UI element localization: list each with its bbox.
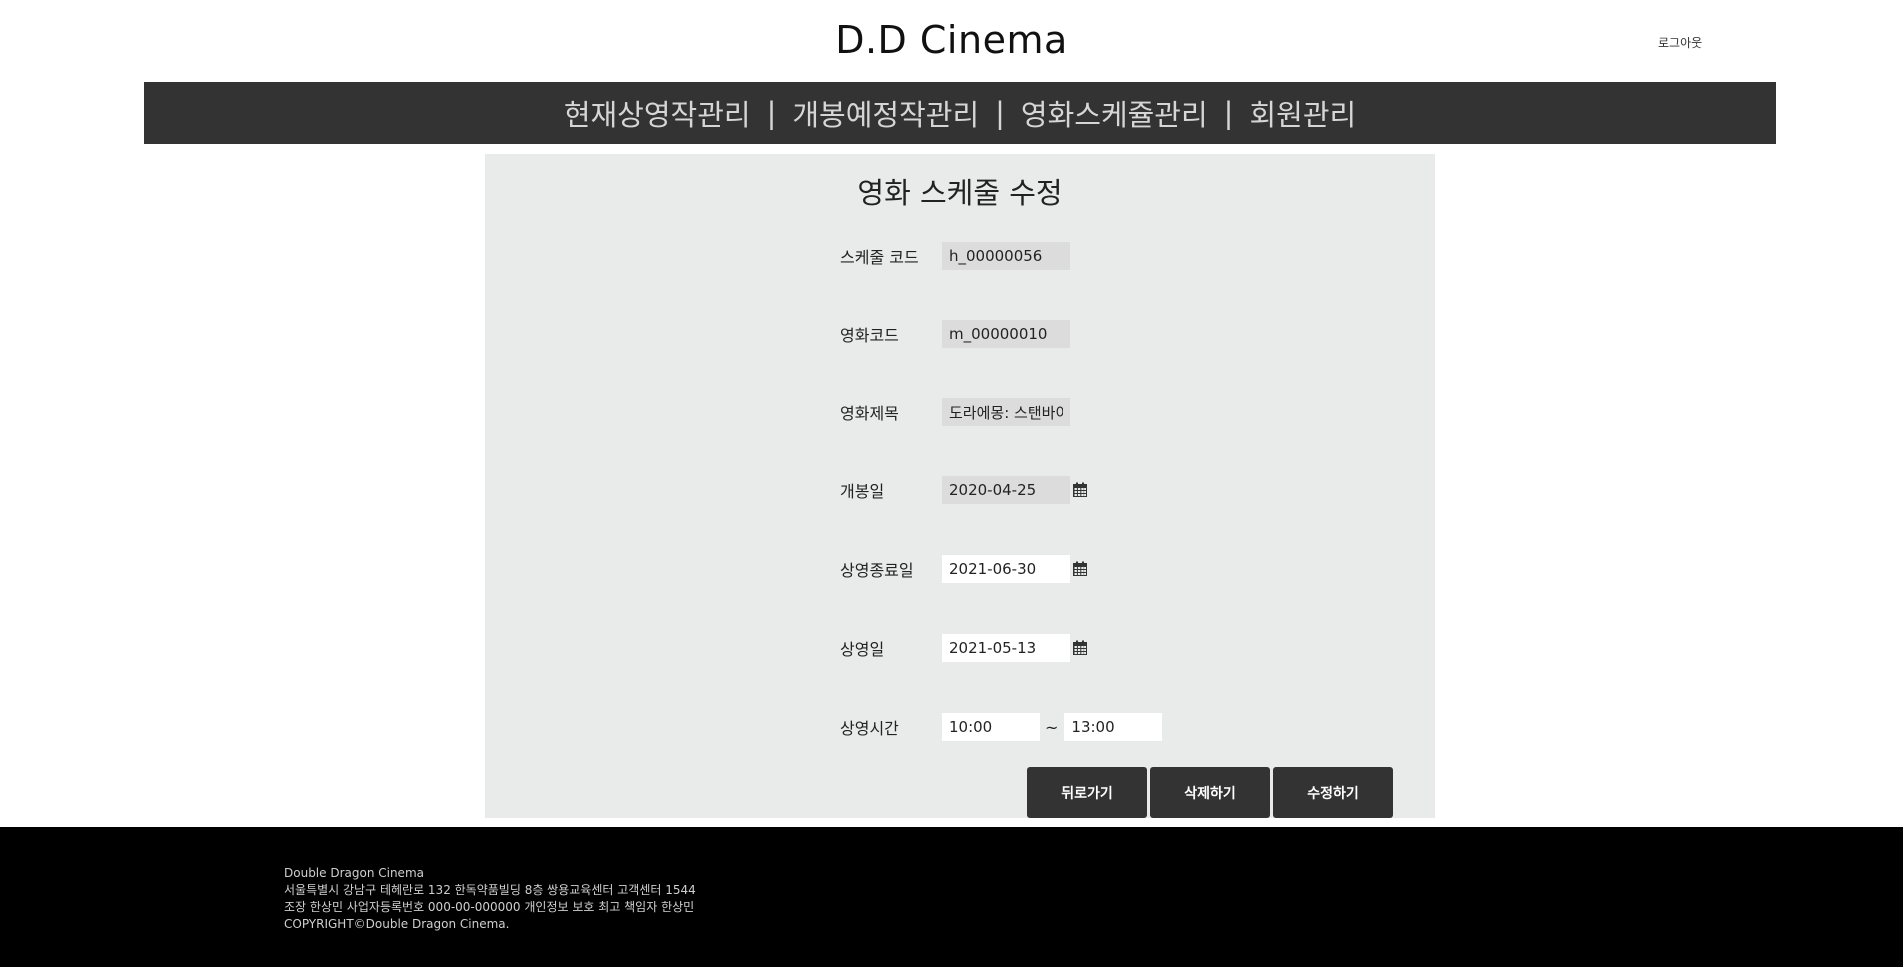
form-actions: 뒤로가기 삭제하기 수정하기 <box>1027 767 1393 818</box>
movie-code-row: 영화코드 <box>840 319 1070 349</box>
site-title[interactable]: D.D Cinema <box>0 18 1903 62</box>
calendar-icon[interactable] <box>1072 640 1088 656</box>
end-time-field[interactable] <box>1064 713 1163 741</box>
nav-item-schedule[interactable]: 영화스케쥴관리 <box>1021 92 1208 134</box>
main-nav: 현재상영작관리 | 개봉예정작관리 | 영화스케쥴관리 | 회원관리 <box>144 82 1776 144</box>
movie-code-field[interactable] <box>942 320 1070 348</box>
movie-title-label: 영화제목 <box>840 404 899 423</box>
start-time-field[interactable] <box>942 713 1040 741</box>
update-button[interactable]: 수정하기 <box>1273 767 1393 818</box>
back-button[interactable]: 뒤로가기 <box>1027 767 1147 818</box>
schedule-code-label: 스케줄 코드 <box>840 248 919 267</box>
movie-title-field[interactable] <box>942 398 1070 426</box>
nav-item-upcoming[interactable]: 개봉예정작관리 <box>792 92 979 134</box>
release-date-row: 개봉일 <box>840 475 1088 505</box>
footer-business-info: 조장 한상민 사업자등록번호 000-00-000000 개인정보 보호 최고 … <box>284 900 695 914</box>
logout-link[interactable]: 로그아웃 <box>1658 34 1702 51</box>
schedule-edit-panel: 영화 스케줄 수정 스케줄 코드 영화코드 영화제목 개봉일 상영종료일 <box>485 154 1435 818</box>
movie-title-row: 영화제목 <box>840 397 1070 427</box>
nav-item-members[interactable]: 회원관리 <box>1249 92 1356 134</box>
schedule-code-field[interactable] <box>942 242 1070 270</box>
calendar-icon[interactable] <box>1072 561 1088 577</box>
end-date-field[interactable] <box>942 555 1070 583</box>
delete-button[interactable]: 삭제하기 <box>1150 767 1270 818</box>
footer-info: Double Dragon Cinema 서울특별시 강남구 테헤란로 132 … <box>284 865 696 933</box>
footer: Double Dragon Cinema 서울특별시 강남구 테헤란로 132 … <box>0 827 1903 967</box>
screening-date-label: 상영일 <box>840 640 885 659</box>
footer-company-name: Double Dragon Cinema <box>284 866 424 880</box>
movie-code-label: 영화코드 <box>840 326 899 345</box>
end-date-row: 상영종료일 <box>840 554 1088 584</box>
time-range-separator: ~ <box>1045 717 1059 737</box>
screening-date-field[interactable] <box>942 634 1070 662</box>
screening-date-row: 상영일 <box>840 633 1088 663</box>
nav-separator: | <box>1223 96 1234 130</box>
nav-separator: | <box>766 96 777 130</box>
release-date-field[interactable] <box>942 476 1070 504</box>
release-date-label: 개봉일 <box>840 482 885 501</box>
header: D.D Cinema 로그아웃 <box>0 0 1903 82</box>
end-date-label: 상영종료일 <box>840 561 914 580</box>
footer-copyright: COPYRIGHT©Double Dragon Cinema. <box>284 917 510 931</box>
screening-time-label: 상영시간 <box>840 719 899 738</box>
nav-separator: | <box>995 96 1005 130</box>
calendar-icon[interactable] <box>1072 482 1088 498</box>
nav-item-now-showing[interactable]: 현재상영작관리 <box>564 92 751 134</box>
page-title: 영화 스케줄 수정 <box>857 176 1063 210</box>
schedule-code-row: 스케줄 코드 <box>840 241 1070 271</box>
footer-address: 서울특별시 강남구 테헤란로 132 한독약품빌딩 8층 쌍용교육센터 고객센터… <box>284 883 696 897</box>
screening-time-row: 상영시간 ~ <box>840 712 1163 742</box>
